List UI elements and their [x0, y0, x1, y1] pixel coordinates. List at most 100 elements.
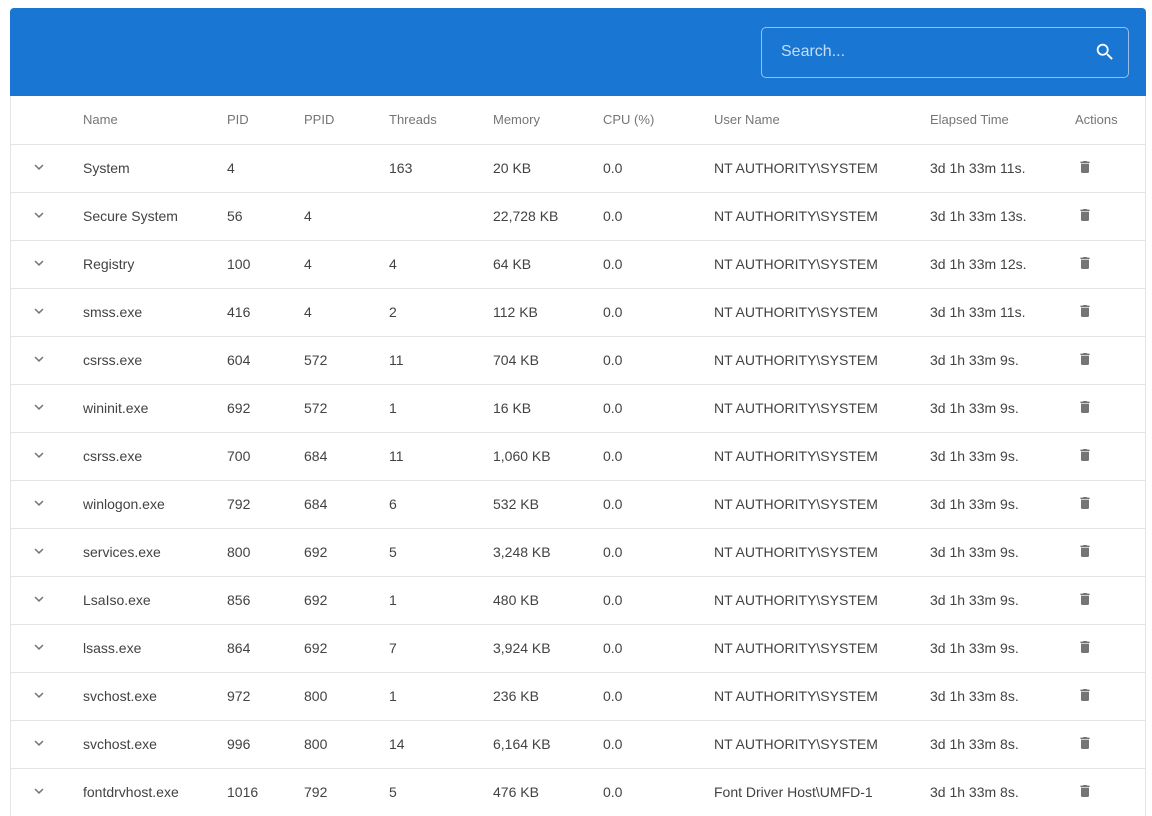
cell-memory: 6,164 KB — [493, 720, 603, 768]
cell-ppid: 692 — [304, 624, 389, 672]
cell-user-name: NT AUTHORITY\SYSTEM — [714, 384, 930, 432]
cell-ppid: 4 — [304, 288, 389, 336]
search-button[interactable] — [1094, 41, 1116, 63]
expand-row-button[interactable] — [30, 206, 48, 227]
cell-threads: 163 — [389, 144, 493, 192]
search-input[interactable] — [779, 42, 1094, 62]
table-header-row: Name PID PPID Threads Memory CPU (%) Use… — [11, 96, 1145, 144]
kill-process-button[interactable] — [1077, 447, 1093, 466]
cell-threads: 6 — [389, 480, 493, 528]
expand-row-button[interactable] — [30, 158, 48, 179]
chevron-down-icon — [30, 446, 48, 467]
cell-cpu: 0.0 — [603, 336, 714, 384]
expand-row-button[interactable] — [30, 494, 48, 515]
kill-process-button[interactable] — [1077, 207, 1093, 226]
cell-elapsed-time: 3d 1h 33m 11s. — [930, 288, 1075, 336]
cell-user-name: NT AUTHORITY\SYSTEM — [714, 624, 930, 672]
cell-memory: 476 KB — [493, 768, 603, 816]
cell-elapsed-time: 3d 1h 33m 9s. — [930, 624, 1075, 672]
cell-elapsed-time: 3d 1h 33m 9s. — [930, 384, 1075, 432]
kill-process-button[interactable] — [1077, 159, 1093, 178]
cell-name: Secure System — [83, 192, 227, 240]
cell-memory: 532 KB — [493, 480, 603, 528]
cell-name: Registry — [83, 240, 227, 288]
chevron-down-icon — [30, 542, 48, 563]
col-header-threads: Threads — [389, 96, 493, 144]
table-row: fontdrvhost.exe 1016 792 5 476 KB 0.0 Fo… — [11, 768, 1145, 816]
cell-pid: 800 — [227, 528, 304, 576]
col-header-user-name: User Name — [714, 96, 930, 144]
cell-threads: 2 — [389, 288, 493, 336]
cell-threads: 14 — [389, 720, 493, 768]
expand-row-button[interactable] — [30, 542, 48, 563]
expand-row-button[interactable] — [30, 350, 48, 371]
cell-elapsed-time: 3d 1h 33m 8s. — [930, 768, 1075, 816]
expand-row-button[interactable] — [30, 686, 48, 707]
chevron-down-icon — [30, 638, 48, 659]
table-row: svchost.exe 996 800 14 6,164 KB 0.0 NT A… — [11, 720, 1145, 768]
cell-threads: 5 — [389, 768, 493, 816]
cell-ppid: 4 — [304, 192, 389, 240]
cell-pid: 972 — [227, 672, 304, 720]
kill-process-button[interactable] — [1077, 351, 1093, 370]
delete-icon — [1077, 447, 1093, 466]
cell-name: LsaIso.exe — [83, 576, 227, 624]
cell-ppid: 684 — [304, 432, 389, 480]
kill-process-button[interactable] — [1077, 591, 1093, 610]
cell-ppid: 692 — [304, 576, 389, 624]
process-table-body: System 4 163 20 KB 0.0 NT AUTHORITY\SYST… — [11, 144, 1145, 816]
kill-process-button[interactable] — [1077, 303, 1093, 322]
table-row: csrss.exe 604 572 11 704 KB 0.0 NT AUTHO… — [11, 336, 1145, 384]
expand-row-button[interactable] — [30, 398, 48, 419]
expand-row-button[interactable] — [30, 590, 48, 611]
expand-row-button[interactable] — [30, 446, 48, 467]
delete-icon — [1077, 351, 1093, 370]
cell-elapsed-time: 3d 1h 33m 9s. — [930, 576, 1075, 624]
cell-ppid: 692 — [304, 528, 389, 576]
expand-row-button[interactable] — [30, 734, 48, 755]
col-header-actions: Actions — [1075, 96, 1145, 144]
kill-process-button[interactable] — [1077, 687, 1093, 706]
expand-row-button[interactable] — [30, 782, 48, 803]
cell-elapsed-time: 3d 1h 33m 8s. — [930, 672, 1075, 720]
col-header-name: Name — [83, 96, 227, 144]
cell-memory: 16 KB — [493, 384, 603, 432]
table-row: System 4 163 20 KB 0.0 NT AUTHORITY\SYST… — [11, 144, 1145, 192]
cell-threads: 5 — [389, 528, 493, 576]
chevron-down-icon — [30, 398, 48, 419]
delete-icon — [1077, 207, 1093, 226]
kill-process-button[interactable] — [1077, 495, 1093, 514]
cell-pid: 856 — [227, 576, 304, 624]
cell-memory: 20 KB — [493, 144, 603, 192]
kill-process-button[interactable] — [1077, 735, 1093, 754]
expand-row-button[interactable] — [30, 302, 48, 323]
cell-memory: 64 KB — [493, 240, 603, 288]
cell-name: winlogon.exe — [83, 480, 227, 528]
cell-pid: 692 — [227, 384, 304, 432]
cell-pid: 700 — [227, 432, 304, 480]
kill-process-button[interactable] — [1077, 543, 1093, 562]
cell-cpu: 0.0 — [603, 432, 714, 480]
cell-elapsed-time: 3d 1h 33m 13s. — [930, 192, 1075, 240]
col-header-memory: Memory — [493, 96, 603, 144]
delete-icon — [1077, 687, 1093, 706]
kill-process-button[interactable] — [1077, 399, 1093, 418]
cell-ppid — [304, 144, 389, 192]
expand-row-button[interactable] — [30, 638, 48, 659]
kill-process-button[interactable] — [1077, 255, 1093, 274]
cell-ppid: 800 — [304, 672, 389, 720]
chevron-down-icon — [30, 302, 48, 323]
col-header-pid: PID — [227, 96, 304, 144]
cell-ppid: 572 — [304, 384, 389, 432]
cell-ppid: 792 — [304, 768, 389, 816]
kill-process-button[interactable] — [1077, 639, 1093, 658]
cell-threads — [389, 192, 493, 240]
search-box[interactable] — [761, 27, 1129, 78]
cell-memory: 22,728 KB — [493, 192, 603, 240]
cell-threads: 7 — [389, 624, 493, 672]
cell-elapsed-time: 3d 1h 33m 12s. — [930, 240, 1075, 288]
expand-row-button[interactable] — [30, 254, 48, 275]
cell-memory: 704 KB — [493, 336, 603, 384]
cell-user-name: NT AUTHORITY\SYSTEM — [714, 240, 930, 288]
cell-elapsed-time: 3d 1h 33m 9s. — [930, 528, 1075, 576]
